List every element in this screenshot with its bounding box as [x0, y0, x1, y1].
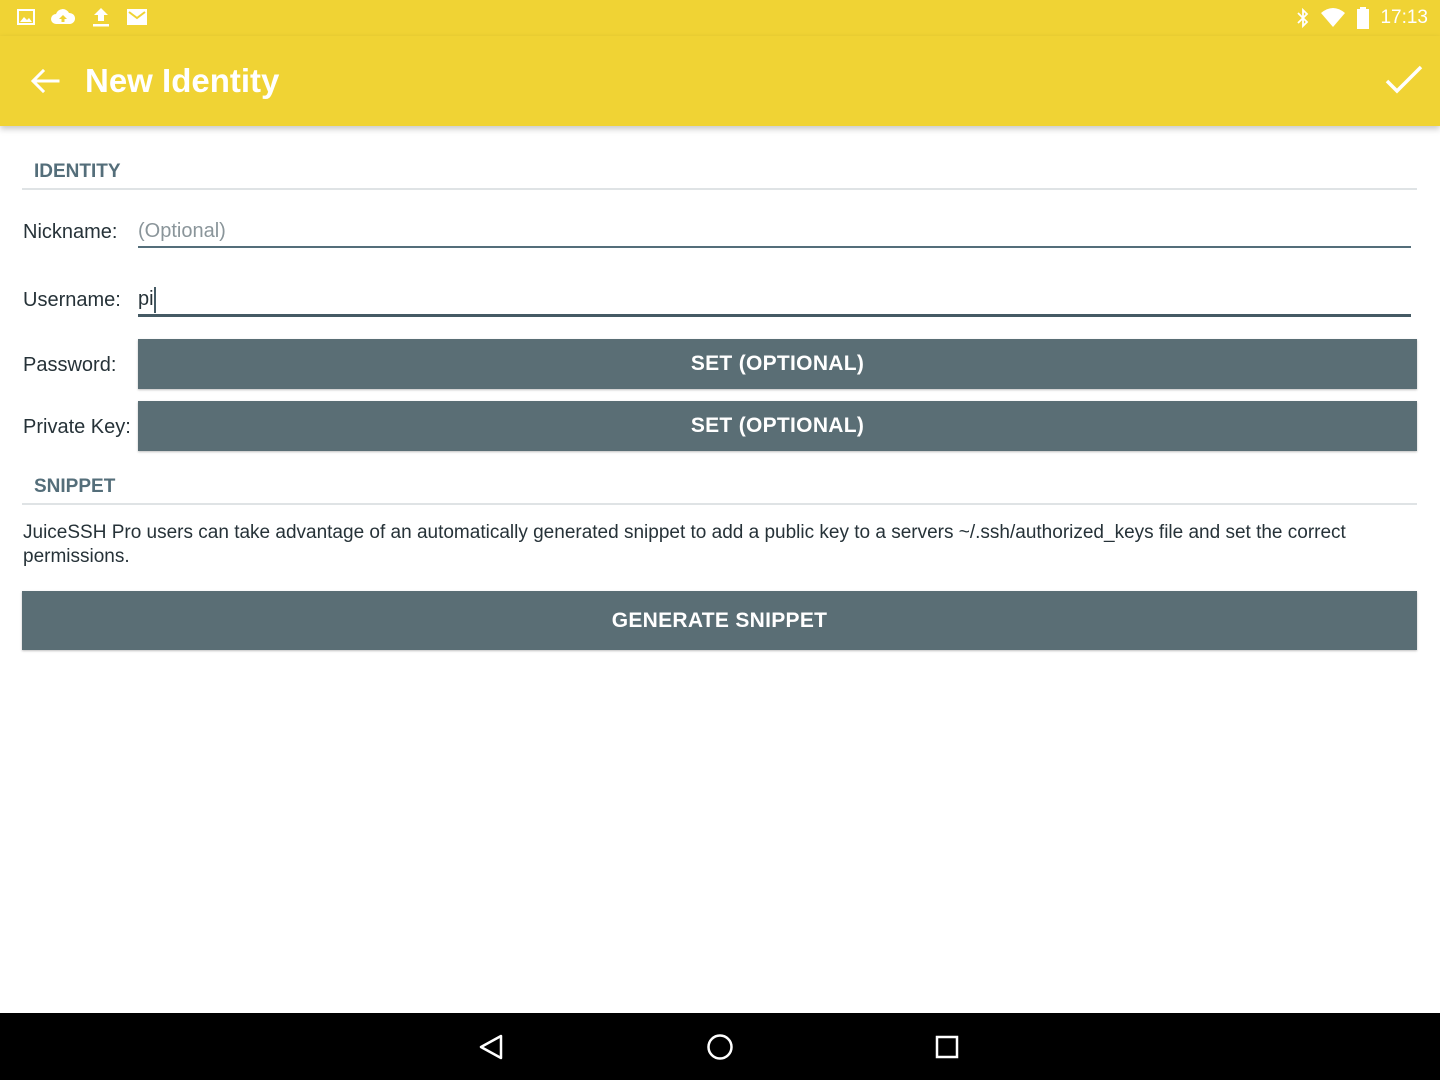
system-icons: 17:13	[1296, 6, 1428, 30]
nav-recents-button[interactable]	[931, 1031, 963, 1063]
status-bar: 17:13	[0, 0, 1440, 36]
recents-nav-icon	[935, 1035, 959, 1059]
identity-section-header: IDENTITY	[22, 160, 1417, 190]
home-nav-icon	[707, 1034, 733, 1060]
username-label: Username:	[23, 289, 121, 311]
snippet-section-header: SNIPPET	[22, 475, 1417, 505]
back-nav-icon	[479, 1034, 503, 1060]
upload-icon	[93, 8, 109, 27]
private-key-label: Private Key:	[23, 416, 131, 438]
save-button[interactable]	[1384, 63, 1424, 97]
snippet-header-label: SNIPPET	[34, 476, 116, 497]
cloud-upload-icon	[51, 9, 76, 24]
gmail-icon	[127, 9, 147, 25]
check-icon	[1385, 65, 1423, 94]
snippet-description: JuiceSSH Pro users can take advantage of…	[23, 522, 1346, 567]
arrow-left-icon	[30, 68, 60, 94]
battery-icon	[1357, 7, 1370, 29]
nav-home-button[interactable]	[704, 1031, 736, 1063]
notification-icons	[16, 6, 148, 28]
nickname-label: Nickname:	[23, 221, 118, 243]
username-underline	[138, 314, 1411, 317]
clock: 17:13	[1380, 7, 1428, 28]
text-cursor	[154, 287, 156, 313]
generate-snippet-button[interactable]: GENERATE SNIPPET	[22, 591, 1417, 650]
system-nav-bar	[0, 1013, 1440, 1080]
wifi-icon	[1321, 8, 1346, 27]
nav-back-button[interactable]	[476, 1031, 508, 1063]
identity-header-label: IDENTITY	[34, 161, 121, 182]
app-toolbar: New Identity	[0, 36, 1440, 126]
back-button[interactable]	[28, 66, 62, 96]
username-input[interactable]	[138, 282, 1411, 316]
nickname-input[interactable]	[138, 214, 1411, 248]
image-icon	[17, 9, 35, 25]
set-private-key-button[interactable]: SET (OPTIONAL)	[138, 401, 1417, 451]
nickname-underline	[138, 246, 1411, 248]
bluetooth-icon	[1297, 7, 1309, 29]
page-title: New Identity	[85, 62, 280, 99]
password-label: Password:	[23, 354, 117, 376]
set-password-button[interactable]: SET (OPTIONAL)	[138, 339, 1417, 389]
